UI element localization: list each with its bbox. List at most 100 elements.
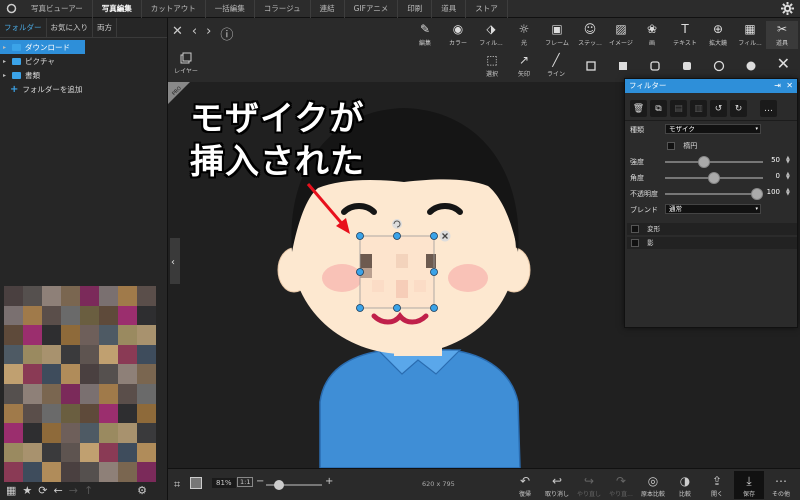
redo-button[interactable]: ↪ やり直し bbox=[574, 473, 604, 498]
zoom-value[interactable]: 81% bbox=[212, 478, 236, 488]
close-icon[interactable]: ✕ bbox=[172, 24, 183, 43]
zoom-out-icon[interactable]: − bbox=[256, 476, 264, 487]
rotate-left-icon[interactable]: ↺ bbox=[710, 100, 727, 117]
delete-handle-icon[interactable] bbox=[439, 230, 451, 242]
delete-icon[interactable]: 🗑 bbox=[630, 100, 647, 117]
shape-square-outline-icon[interactable] bbox=[584, 59, 598, 73]
expand-arrow-icon[interactable]: ▸ bbox=[3, 72, 12, 79]
tool-sticker[interactable]: ☺ ステッ... bbox=[574, 21, 606, 47]
zoom-in-icon[interactable]: + bbox=[325, 476, 333, 487]
strength-value[interactable]: 50 bbox=[766, 156, 780, 164]
blend-select[interactable]: 通常 ▾ bbox=[665, 204, 761, 214]
opacity-value[interactable]: 100 bbox=[766, 188, 780, 196]
forward-arrow-icon[interactable]: → bbox=[69, 484, 78, 497]
zoom-slider[interactable] bbox=[266, 480, 322, 490]
ellipse-checkbox[interactable] bbox=[667, 142, 675, 150]
expand-arrow-icon[interactable]: ▸ bbox=[3, 44, 12, 51]
tool-edit[interactable]: ✎ 編集 bbox=[409, 21, 441, 47]
bring-front-icon[interactable]: ▤ bbox=[670, 100, 687, 117]
mosaic-region[interactable] bbox=[360, 236, 436, 308]
browser-settings-icon[interactable]: ⚙ bbox=[137, 484, 147, 497]
menu-store[interactable]: ストア bbox=[466, 0, 508, 18]
preview-thumbnail[interactable] bbox=[4, 286, 156, 482]
layer-button[interactable]: レイヤー bbox=[172, 52, 200, 75]
tool-line[interactable]: ╱ ライン bbox=[540, 52, 572, 78]
pin-icon[interactable]: ⇥ bbox=[774, 79, 781, 93]
fit-view-icon[interactable] bbox=[190, 477, 202, 489]
compare-original-button[interactable]: ◎ 原本比較 bbox=[638, 473, 668, 498]
tool-magnifier[interactable]: ⊕ 拡大鏡 bbox=[702, 21, 734, 47]
tool-arrow[interactable]: ↗ 矢印 bbox=[508, 52, 540, 78]
send-back-icon[interactable]: ▥ bbox=[690, 100, 707, 117]
info-icon[interactable]: ⓘ bbox=[220, 24, 233, 43]
shape-rounded-outline-icon[interactable] bbox=[648, 59, 662, 73]
tool-color[interactable]: ◉ カラー bbox=[442, 21, 474, 47]
compare-button[interactable]: ◑ 比較 bbox=[670, 473, 700, 498]
settings-gear-icon[interactable] bbox=[781, 2, 794, 17]
ellipse-option[interactable]: 楕円 bbox=[667, 141, 697, 151]
strength-slider[interactable] bbox=[665, 156, 763, 168]
up-arrow-icon[interactable]: ↑ bbox=[84, 484, 93, 497]
menu-combine[interactable]: 連結 bbox=[311, 0, 345, 18]
angle-spinner-icon[interactable]: ▲ ▼ bbox=[786, 172, 790, 181]
app-logo-icon[interactable] bbox=[0, 0, 22, 18]
crop-icon[interactable]: ⌗ bbox=[174, 478, 180, 492]
tab-favorites[interactable]: お気に入り bbox=[47, 17, 93, 38]
menu-photo-edit[interactable]: 写真編集 bbox=[93, 0, 142, 18]
zoom-slider-knob[interactable] bbox=[274, 480, 284, 490]
undo-button[interactable]: ↩ 取り消し bbox=[542, 473, 572, 498]
menu-print[interactable]: 印刷 bbox=[398, 0, 433, 18]
folder-item-documents[interactable]: ▸ 書類 bbox=[0, 68, 167, 82]
star-icon[interactable]: ★ bbox=[22, 484, 32, 497]
filter-panel-header[interactable]: フィルター ⇥ ✕ bbox=[625, 79, 797, 93]
back-arrow-icon[interactable]: ← bbox=[54, 484, 63, 497]
tool-select[interactable]: ⬚ 選択 bbox=[476, 52, 508, 78]
actual-size-button[interactable]: 1:1 bbox=[237, 477, 254, 487]
tool-frame[interactable]: ▣ フレーム bbox=[541, 21, 573, 47]
back-icon[interactable]: ‹ bbox=[192, 24, 197, 43]
tab-both[interactable]: 両方 bbox=[93, 17, 117, 38]
shape-circle-outline-icon[interactable] bbox=[712, 59, 726, 73]
transform-checkbox[interactable] bbox=[631, 225, 639, 233]
angle-slider[interactable] bbox=[665, 172, 763, 184]
add-folder-button[interactable]: + フォルダーを追加 bbox=[0, 82, 167, 96]
tool-tools[interactable]: ✂ 道具 bbox=[766, 21, 798, 49]
shape-square-filled-icon[interactable] bbox=[616, 59, 630, 73]
more-button[interactable]: ⋯ その他 bbox=[766, 473, 796, 498]
save-button[interactable]: ⤓ 保存 bbox=[734, 471, 764, 499]
menu-photo-viewer[interactable]: 写真ビューアー bbox=[22, 0, 93, 18]
shadow-checkbox[interactable] bbox=[631, 239, 639, 247]
collapse-arrow-icon[interactable]: ‹ bbox=[171, 257, 175, 268]
open-button[interactable]: ⇪ 開く bbox=[702, 473, 732, 498]
tool-light[interactable]: ☼ 光 bbox=[508, 21, 540, 47]
forward-icon[interactable]: › bbox=[206, 24, 211, 43]
transform-section[interactable]: 変形 bbox=[627, 223, 797, 235]
more-options-icon[interactable]: … bbox=[760, 100, 777, 117]
close-tool-icon[interactable]: ✕ bbox=[777, 54, 790, 73]
grid-view-icon[interactable]: ▦ bbox=[6, 484, 16, 497]
tool-image[interactable]: ▨ イメージ bbox=[605, 21, 637, 47]
menu-collage[interactable]: コラージュ bbox=[255, 0, 311, 18]
revert-button[interactable]: ↶ 復帰 bbox=[510, 473, 540, 498]
tool-text[interactable]: T テキスト bbox=[669, 21, 701, 47]
opacity-knob[interactable] bbox=[751, 188, 763, 200]
rotate-right-icon[interactable]: ↻ bbox=[730, 100, 747, 117]
shape-rounded-filled-icon[interactable] bbox=[680, 59, 694, 73]
tab-folders[interactable]: フォルダー bbox=[0, 17, 47, 38]
angle-knob[interactable] bbox=[708, 172, 720, 184]
tool-filter[interactable]: ⬗ フィル... bbox=[475, 21, 507, 47]
opacity-spinner-icon[interactable]: ▲ ▼ bbox=[786, 188, 790, 197]
strength-knob[interactable] bbox=[698, 156, 710, 168]
folder-item-pictures[interactable]: ▸ ピクチャ bbox=[0, 54, 167, 68]
shadow-section[interactable]: 影 bbox=[627, 237, 797, 249]
opacity-slider[interactable] bbox=[665, 188, 763, 200]
tool-paint[interactable]: ❀ 画 bbox=[636, 21, 668, 47]
menu-tools[interactable]: 道具 bbox=[432, 0, 467, 18]
rotate-handle-icon[interactable] bbox=[392, 219, 402, 229]
type-select[interactable]: モザイク ▾ bbox=[665, 124, 761, 134]
duplicate-icon[interactable]: ⧉ bbox=[650, 100, 667, 117]
menu-batch-edit[interactable]: 一括編集 bbox=[206, 0, 255, 18]
refresh-icon[interactable]: ⟳ bbox=[38, 484, 47, 497]
folder-item-downloads[interactable]: ▸ ダウンロード bbox=[0, 40, 85, 54]
redo-all-button[interactable]: ↷ やり直... bbox=[606, 473, 636, 498]
